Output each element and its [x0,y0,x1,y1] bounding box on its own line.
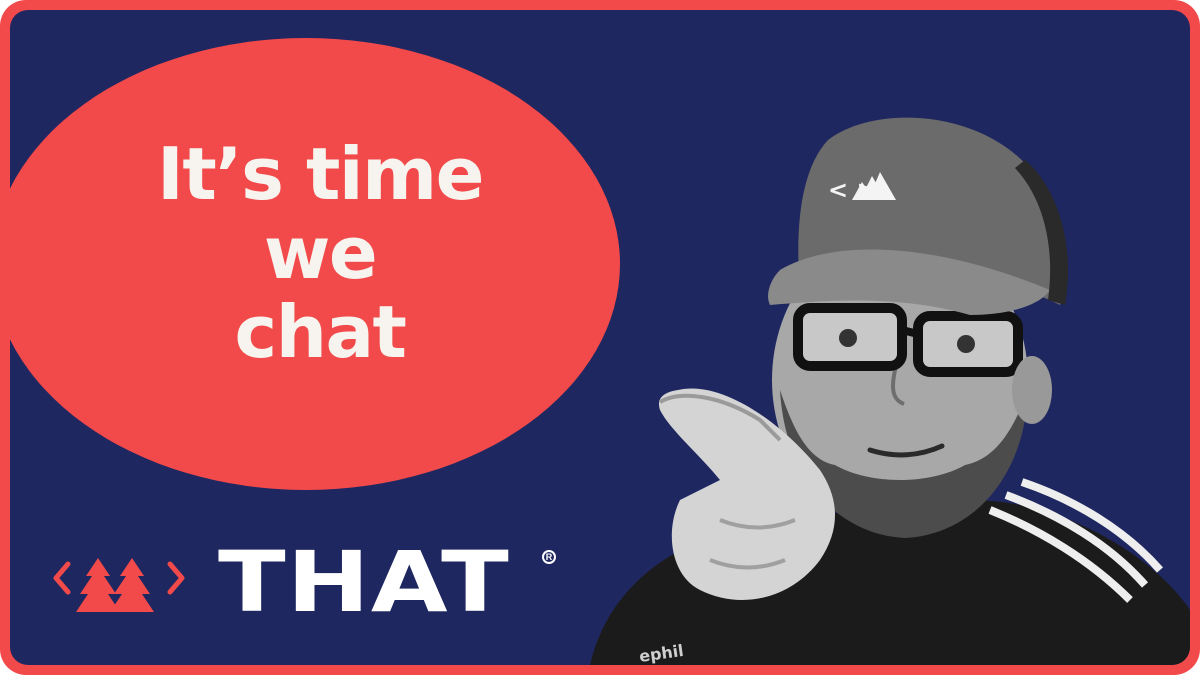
headline-line-1: It’s time [157,132,484,216]
card-panel: It’s time we chat THAT R ephil < > [10,10,1190,665]
card-frame: It’s time we chat THAT R ephil < > [0,0,1200,675]
headline: It’s time we chat [40,135,600,372]
headline-line-3: chat [234,290,407,374]
headline-line-2: we [263,211,378,295]
that-logo: THAT R [50,533,590,631]
that-wordmark: THAT [218,533,510,631]
trees-code-icon [53,558,185,612]
registered-mark: R [542,550,556,564]
person-pointing-photo: ephil < > [590,117,1190,665]
